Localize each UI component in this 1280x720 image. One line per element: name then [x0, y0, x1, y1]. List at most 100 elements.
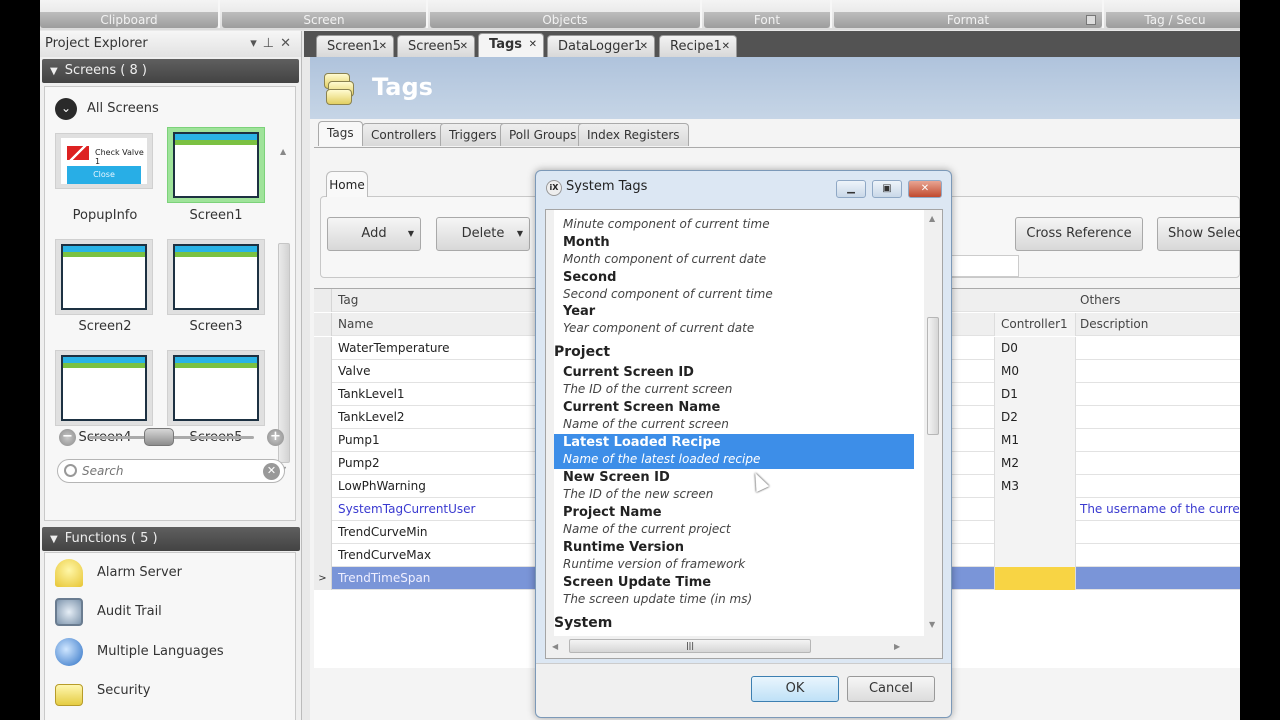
home-tab[interactable]: Home	[326, 171, 368, 197]
cell-controller[interactable]: M1	[994, 429, 1076, 452]
dialog-launcher-icon[interactable]	[1086, 15, 1096, 25]
all-screens-filter[interactable]: ⌄ All Screens	[55, 97, 159, 121]
cell-name[interactable]: Pump2	[338, 452, 380, 475]
subtab-index-registers[interactable]: Index Registers	[578, 123, 689, 146]
close-icon[interactable]: ✕	[280, 36, 297, 51]
cell-controller[interactable]: M0	[994, 360, 1076, 383]
maximize-button[interactable]: ▣	[872, 180, 902, 198]
clear-search-icon[interactable]: ✕	[263, 463, 280, 480]
cross-reference-button[interactable]: Cross Reference	[1015, 217, 1143, 251]
system-tag-item[interactable]: Second Second component of current time	[554, 269, 914, 304]
cell-controller[interactable]	[994, 544, 1076, 567]
row-header[interactable]	[314, 498, 332, 521]
thumbnail-zoom-slider[interactable]: − +	[59, 427, 284, 447]
row-header[interactable]: >	[314, 567, 332, 590]
system-tag-item[interactable]: Latest Loaded Recipe Name of the latest l…	[554, 434, 914, 469]
cell-controller[interactable]	[994, 567, 1076, 590]
row-header[interactable]	[314, 337, 332, 360]
screen-thumbnail-screen2[interactable]	[55, 239, 153, 315]
system-tag-item[interactable]: Year Year component of current date	[554, 303, 914, 338]
column-header-name[interactable]: Name	[338, 313, 373, 336]
row-header[interactable]	[314, 475, 332, 498]
row-header[interactable]	[314, 544, 332, 567]
cell-name[interactable]: TankLevel2	[338, 406, 405, 429]
system-tag-item[interactable]: Current Screen ID The ID of the current s…	[554, 364, 914, 399]
cell-name[interactable]: TrendCurveMin	[338, 521, 428, 544]
screen-search-box[interactable]: ✕	[57, 459, 285, 483]
row-header[interactable]	[314, 360, 332, 383]
cell-name[interactable]: LowPhWarning	[338, 475, 426, 498]
column-header-controller[interactable]: Controller1	[994, 313, 1076, 336]
screen-thumbnail-screen3[interactable]	[167, 239, 265, 315]
subtab-triggers[interactable]: Triggers	[440, 123, 506, 146]
column-header-description[interactable]: Description	[1080, 313, 1148, 336]
system-tag-item[interactable]: Project Name Name of the current project	[554, 504, 914, 539]
cancel-button[interactable]: Cancel	[847, 676, 935, 702]
system-tag-item[interactable]: Month Month component of current date	[554, 234, 914, 269]
add-button[interactable]: Add ▼	[327, 217, 421, 251]
cell-name[interactable]: SystemTagCurrentUser	[338, 498, 475, 521]
cell-controller[interactable]	[994, 498, 1076, 521]
slider-handle[interactable]	[144, 428, 174, 446]
row-header[interactable]	[314, 383, 332, 406]
close-tab-icon[interactable]: ✕	[460, 36, 468, 58]
row-header[interactable]	[314, 406, 332, 429]
cell-name[interactable]: Valve	[338, 360, 370, 383]
scroll-left-icon[interactable]: ◀	[552, 642, 558, 651]
screen-thumbnail-screen1[interactable]	[167, 127, 265, 203]
minimize-button[interactable]: ▁	[836, 180, 866, 198]
search-input[interactable]	[82, 463, 252, 479]
subtab-controllers[interactable]: Controllers	[362, 123, 446, 146]
cell-controller[interactable]: D0	[994, 337, 1076, 360]
cell-controller[interactable]: M2	[994, 452, 1076, 475]
cell-name[interactable]: Pump1	[338, 429, 380, 452]
cell-controller[interactable]: D2	[994, 406, 1076, 429]
screen-thumbnail-popupinfo[interactable]: Check Valve 1 Close	[55, 133, 153, 189]
scrollbar-thumb[interactable]: |||	[569, 639, 811, 653]
functions-section-header[interactable]: ▼ Functions ( 5 )	[42, 527, 300, 551]
screens-section-header[interactable]: ▼ Screens ( 8 )	[42, 59, 299, 83]
system-tags-list[interactable]: Minute Minute component of current time …	[554, 210, 924, 636]
cell-controller[interactable]: M3	[994, 475, 1076, 498]
close-tab-icon[interactable]: ✕	[722, 36, 730, 58]
subtab-poll-groups[interactable]: Poll Groups	[500, 123, 586, 146]
screen-thumbnail-screen4[interactable]	[55, 350, 153, 426]
cell-name[interactable]: WaterTemperature	[338, 337, 450, 360]
zoom-out-icon[interactable]: −	[59, 429, 76, 446]
subtab-tags[interactable]: Tags	[318, 121, 363, 146]
cell-name[interactable]: TankLevel1	[338, 383, 405, 406]
system-tag-item[interactable]: Runtime Version Runtime version of framew…	[554, 539, 914, 574]
zoom-in-icon[interactable]: +	[267, 429, 284, 446]
scroll-up-icon[interactable]: ▲	[280, 147, 286, 156]
scrollbar-thumb[interactable]	[927, 317, 939, 435]
dropdown-icon[interactable]: ▾	[250, 36, 263, 51]
delete-button[interactable]: Delete ▼	[436, 217, 530, 251]
filter-input[interactable]	[949, 255, 1019, 277]
doc-tab-screen5[interactable]: Screen5 ✕	[397, 35, 475, 57]
cell-name[interactable]: TrendCurveMax	[338, 544, 431, 567]
show-selection-button[interactable]: Show Selecti	[1157, 217, 1240, 251]
row-header[interactable]	[314, 452, 332, 475]
system-tag-item[interactable]: New Screen ID The ID of the new screen	[554, 469, 914, 504]
close-tab-icon[interactable]: ✕	[640, 36, 648, 58]
scroll-right-icon[interactable]: ▶	[894, 642, 900, 651]
row-header[interactable]	[314, 429, 332, 452]
row-header[interactable]	[314, 521, 332, 544]
screen-thumbnail-screen5[interactable]	[167, 350, 265, 426]
horizontal-scrollbar[interactable]: ◀ ||| ▶	[546, 636, 924, 658]
ok-button[interactable]: OK	[751, 676, 839, 702]
doc-tab-tags[interactable]: Tags ✕	[478, 33, 544, 57]
system-tag-item[interactable]: Minute component of current time	[554, 216, 914, 234]
close-tab-icon[interactable]: ✕	[379, 36, 387, 58]
close-tab-icon[interactable]: ✕	[529, 34, 537, 56]
cell-name[interactable]: TrendTimeSpan	[338, 567, 430, 590]
cell-controller[interactable]: D1	[994, 383, 1076, 406]
doc-tab-datalogger1[interactable]: DataLogger1 ✕	[547, 35, 655, 57]
doc-tab-recipe1[interactable]: Recipe1 ✕	[659, 35, 737, 57]
system-tag-item[interactable]: Current Screen Name Name of the current s…	[554, 399, 914, 434]
scroll-down-icon[interactable]: ▼	[929, 620, 935, 629]
system-tag-item[interactable]: Screen Update Time The screen update time…	[554, 574, 914, 609]
scroll-up-icon[interactable]: ▲	[929, 214, 935, 223]
cell-controller[interactable]	[994, 521, 1076, 544]
vertical-scrollbar[interactable]: ▲ ▼	[924, 210, 942, 636]
